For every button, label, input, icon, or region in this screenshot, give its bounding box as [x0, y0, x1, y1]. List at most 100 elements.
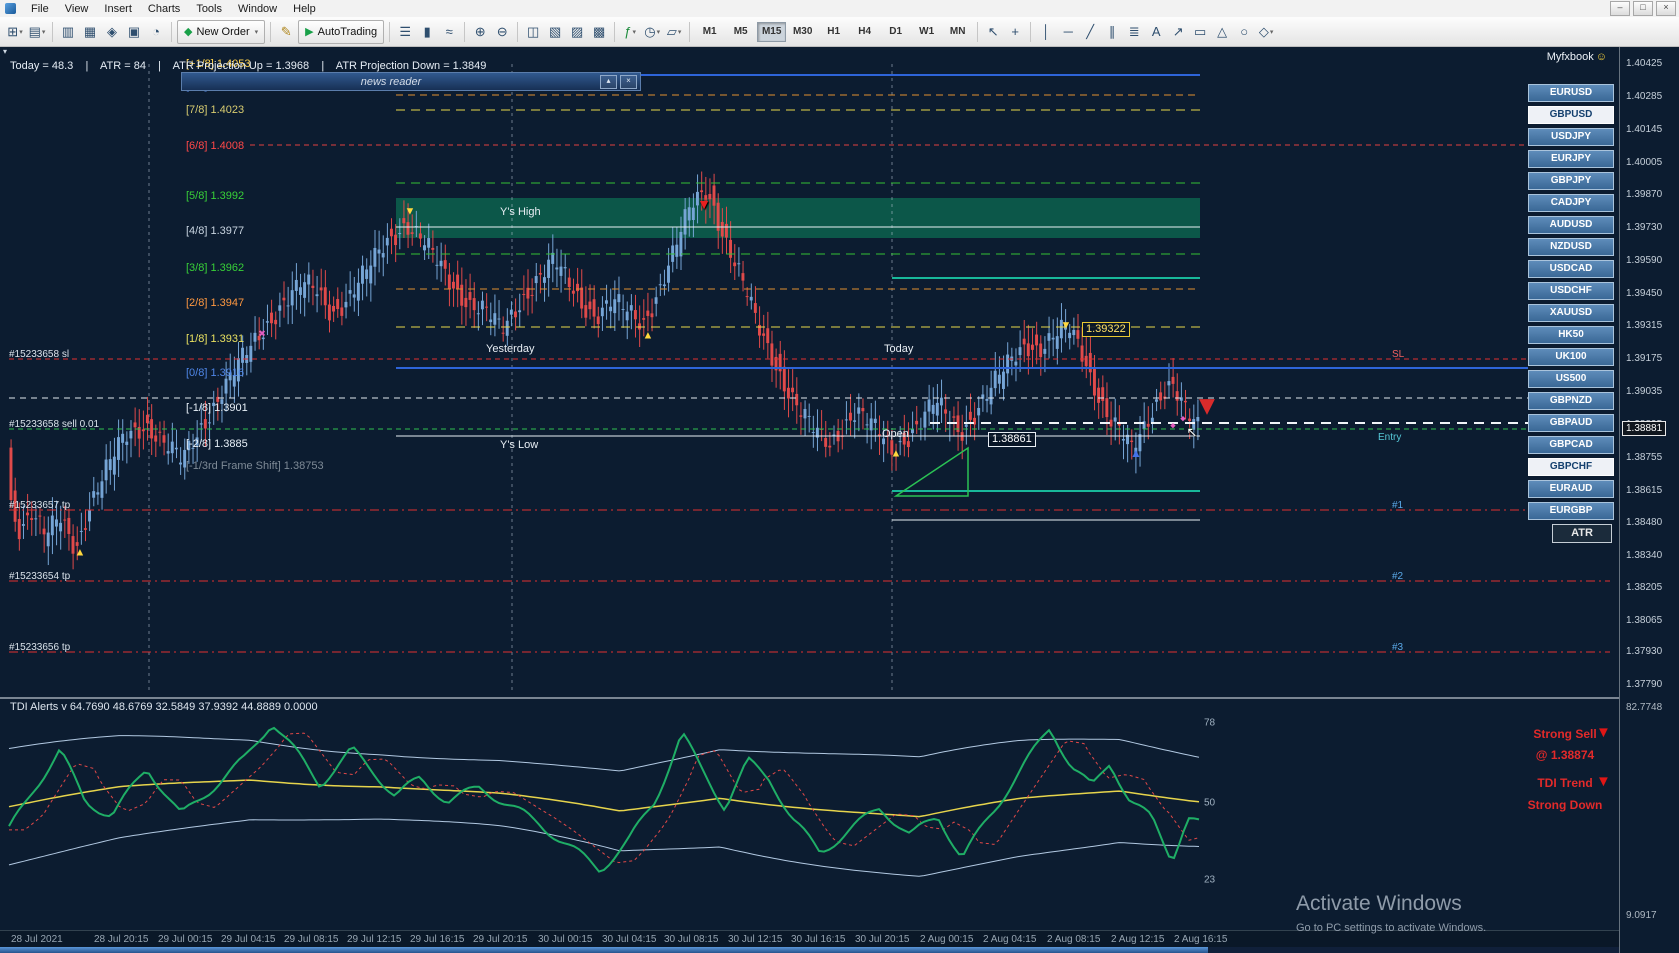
navigator-icon[interactable]: ◈	[102, 21, 122, 43]
menu-charts[interactable]: Charts	[140, 2, 188, 16]
timeframe-mn[interactable]: MN	[943, 22, 972, 42]
tdi-axis-min: 9.0917	[1626, 910, 1657, 921]
symbol-eurusd[interactable]: EURUSD	[1528, 84, 1614, 102]
atr-button[interactable]: ATR	[1552, 524, 1612, 543]
triangle-icon[interactable]: △	[1212, 21, 1232, 43]
symbol-gbpaud[interactable]: GBPAUD	[1528, 414, 1614, 432]
symbol-audusd[interactable]: AUDUSD	[1528, 216, 1614, 234]
symbol-eurgbp[interactable]: EURGBP	[1528, 502, 1614, 520]
minimize-button[interactable]: –	[1610, 1, 1630, 16]
menu-tools[interactable]: Tools	[188, 2, 230, 16]
symbol-eurjpy[interactable]: EURJPY	[1528, 150, 1614, 168]
symbol-gbpusd[interactable]: GBPUSD	[1528, 106, 1614, 124]
chart-line-icon[interactable]: ≈	[439, 21, 459, 43]
symbol-cadjpy[interactable]: CADJPY	[1528, 194, 1614, 212]
chart-menu-caret[interactable]: ▾	[3, 47, 7, 56]
time-tick: 29 Jul 12:15	[347, 934, 402, 945]
toolbar-separator	[270, 22, 271, 42]
menu-window[interactable]: Window	[230, 2, 285, 16]
price-tick: 1.39590	[1626, 255, 1662, 266]
tdi-level-label: 50	[1204, 797, 1216, 808]
horizontal-line-icon[interactable]: ─	[1058, 21, 1078, 43]
arrange-windows-icon[interactable]: ▨	[567, 21, 587, 43]
symbol-usdjpy[interactable]: USDJPY	[1528, 128, 1614, 146]
vertical-line-icon[interactable]: │	[1036, 21, 1056, 43]
collapse-icon[interactable]: ▴	[600, 75, 617, 89]
price-tick: 1.39315	[1626, 320, 1662, 331]
menu-file[interactable]: File	[23, 2, 57, 16]
time-tick: 2 Aug 16:15	[1174, 934, 1227, 945]
autotrading-button[interactable]: ▶AutoTrading	[298, 20, 384, 44]
more-shapes-icon[interactable]: ◇▾	[1256, 21, 1276, 43]
symbol-hk50[interactable]: HK50	[1528, 326, 1614, 344]
new-chart-icon[interactable]: ⊞▾	[5, 21, 25, 43]
menu-insert[interactable]: Insert	[96, 2, 140, 16]
tdi-level-label: 78	[1204, 718, 1216, 729]
text-label-icon[interactable]: A	[1146, 21, 1166, 43]
symbol-xauusd[interactable]: XAUUSD	[1528, 304, 1614, 322]
ellipse-icon[interactable]: ○	[1234, 21, 1254, 43]
price-tick: 1.40425	[1626, 58, 1662, 69]
symbol-usdchf[interactable]: USDCHF	[1528, 282, 1614, 300]
symbol-usdcad[interactable]: USDCAD	[1528, 260, 1614, 278]
symbol-gbpcad[interactable]: GBPCAD	[1528, 436, 1614, 454]
symbol-uk100[interactable]: UK100	[1528, 348, 1614, 366]
periods-icon[interactable]: ◷▾	[642, 21, 662, 43]
timeframe-h1[interactable]: H1	[819, 22, 848, 42]
zoom-in-icon[interactable]: ⊕	[470, 21, 490, 43]
cascade-windows-icon[interactable]: ▧	[545, 21, 565, 43]
symbol-gbpjpy[interactable]: GBPJPY	[1528, 172, 1614, 190]
close-button[interactable]: ×	[1656, 1, 1676, 16]
data-window-icon[interactable]: ▦	[80, 21, 100, 43]
time-tick: 2 Aug 00:15	[920, 934, 973, 945]
timeframe-d1[interactable]: D1	[881, 22, 910, 42]
watermark-subtitle: Go to PC settings to activate Windows.	[1296, 922, 1486, 934]
market-watch-icon[interactable]: ▥	[58, 21, 78, 43]
indicators-icon[interactable]: ƒ▾	[620, 21, 640, 43]
chart-bars-icon[interactable]: ☰	[395, 21, 415, 43]
timeframe-h4[interactable]: H4	[850, 22, 879, 42]
signal-strong-down: Strong Down	[1510, 798, 1620, 812]
toolbar-separator	[1030, 22, 1031, 42]
time-tick: 2 Aug 08:15	[1047, 934, 1100, 945]
close-icon[interactable]: ×	[620, 75, 637, 89]
strategy-tester-icon[interactable]: ◔	[146, 21, 166, 43]
fibonacci-icon[interactable]: ≣	[1124, 21, 1144, 43]
timeframe-m30[interactable]: M30	[788, 22, 817, 42]
symbol-us500[interactable]: US500	[1528, 370, 1614, 388]
grid-icon[interactable]: ▩	[589, 21, 609, 43]
activate-windows-watermark: Activate Windows Go to PC settings to ac…	[1296, 892, 1486, 934]
arrow-tool-icon[interactable]: ↗	[1168, 21, 1188, 43]
symbol-gbpnzd[interactable]: GBPNZD	[1528, 392, 1614, 410]
timeframe-m5[interactable]: M5	[726, 22, 755, 42]
menu-view[interactable]: View	[57, 2, 97, 16]
templates-icon[interactable]: ▱▾	[664, 21, 684, 43]
scrollbar-thumb[interactable]	[0, 947, 1208, 953]
time-tick: 30 Jul 08:15	[664, 934, 719, 945]
price-tick: 1.37930	[1626, 646, 1662, 657]
zoom-out-icon[interactable]: ⊖	[492, 21, 512, 43]
menu-help[interactable]: Help	[285, 2, 324, 16]
cursor-icon[interactable]: ↖	[983, 21, 1003, 43]
toolbar-separator	[689, 22, 690, 42]
timeframe-w1[interactable]: W1	[912, 22, 941, 42]
chart-candles-icon[interactable]: ▮	[417, 21, 437, 43]
tile-windows-icon[interactable]: ◫	[523, 21, 543, 43]
metaeditor-icon[interactable]: ✎	[276, 21, 296, 43]
trendline-icon[interactable]: ╱	[1080, 21, 1100, 43]
terminal-icon[interactable]: ▣	[124, 21, 144, 43]
horizontal-scrollbar[interactable]	[0, 947, 1620, 953]
symbol-gbpchf[interactable]: GBPCHF	[1528, 458, 1614, 476]
symbol-nzdusd[interactable]: NZDUSD	[1528, 238, 1614, 256]
crosshair-icon[interactable]: +	[1005, 21, 1025, 43]
chart-canvas[interactable]: 785023	[0, 46, 1620, 953]
new-order-button[interactable]: ◆New Order▾	[177, 20, 265, 44]
equidistant-channel-icon[interactable]: ∥	[1102, 21, 1122, 43]
time-tick: 29 Jul 08:15	[284, 934, 339, 945]
timeframe-m1[interactable]: M1	[695, 22, 724, 42]
symbol-euraud[interactable]: EURAUD	[1528, 480, 1614, 498]
profiles-icon[interactable]: ▤▾	[27, 21, 47, 43]
restore-button[interactable]: □	[1633, 1, 1653, 16]
timeframe-m15[interactable]: M15	[757, 22, 786, 42]
rectangle-icon[interactable]: ▭	[1190, 21, 1210, 43]
